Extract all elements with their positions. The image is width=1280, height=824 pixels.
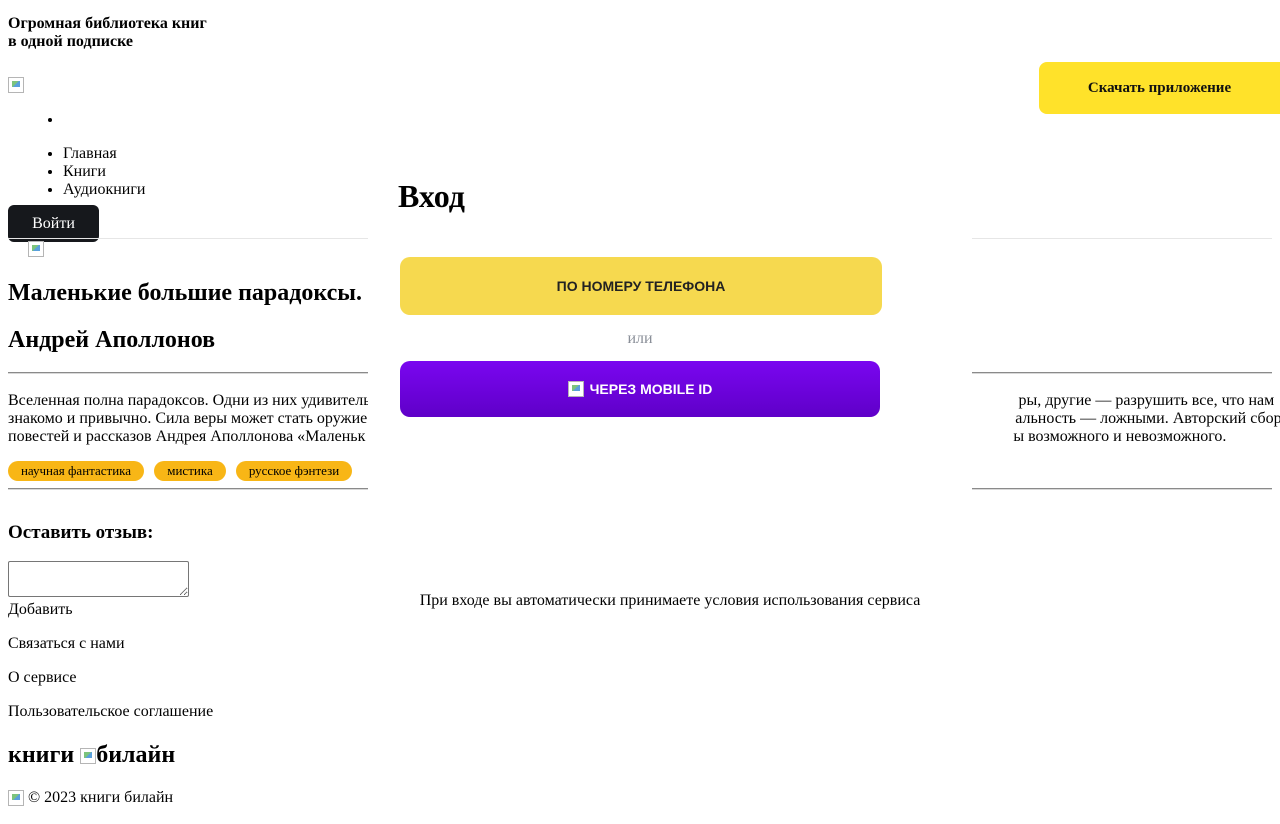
login-modal bbox=[368, 150, 972, 824]
terms-text: При входе вы автоматически принимаете ус… bbox=[419, 592, 921, 609]
login-button[interactable]: Войти bbox=[8, 205, 99, 242]
mobile-id-icon bbox=[567, 381, 584, 397]
contact-link[interactable]: Связаться с нами bbox=[8, 635, 125, 653]
tag-science-fiction[interactable]: научная фантастика bbox=[8, 461, 144, 481]
modal-title: Вход bbox=[398, 178, 465, 214]
tagline-line-2: в одной подписке bbox=[8, 33, 134, 50]
copyright: © 2023 книги билайн bbox=[8, 789, 173, 807]
mobile-id-label: ЧЕРЕЗ MOBILE ID bbox=[589, 381, 713, 397]
tagline-line-1: Огромная библиотека книг bbox=[8, 15, 207, 32]
footer-logo-icon bbox=[8, 790, 24, 807]
tag-mysticism[interactable]: мистика bbox=[154, 461, 226, 481]
review-textarea[interactable] bbox=[8, 561, 189, 597]
nav-item-books[interactable]: Книги bbox=[63, 163, 145, 181]
review-title: Оставить отзыв: bbox=[8, 522, 154, 543]
logo-image-icon[interactable] bbox=[8, 77, 24, 94]
book-title: Маленькие большие парадоксы. bbox=[8, 280, 363, 306]
brand-logo-alt: билайн bbox=[96, 742, 176, 768]
phone-login-button[interactable]: ПО НОМЕРУ ТЕЛЕФОНА bbox=[400, 257, 882, 315]
or-separator: или bbox=[627, 330, 653, 347]
mobile-id-login-button[interactable]: ЧЕРЕЗ MOBILE ID bbox=[400, 361, 880, 417]
tagline: Огромная библиотека книг в одной подписк… bbox=[8, 15, 248, 51]
agreement-link[interactable]: Пользовательское соглашение bbox=[8, 703, 213, 721]
beeline-logo-icon bbox=[80, 748, 97, 765]
empty-menu bbox=[23, 111, 67, 129]
about-link[interactable]: О сервисе bbox=[8, 669, 76, 687]
main-nav: Главная Книги Аудиокниги bbox=[23, 145, 145, 199]
empty-menu-item bbox=[63, 111, 67, 129]
download-app-button[interactable]: Скачать приложение bbox=[1039, 62, 1280, 114]
book-author[interactable]: Андрей Аполлонов bbox=[8, 326, 215, 354]
add-review-button[interactable]: Добавить bbox=[8, 601, 73, 619]
nav-item-audiobooks[interactable]: Аудиокниги bbox=[63, 181, 145, 199]
book-cover-icon bbox=[28, 241, 44, 258]
copyright-text: © 2023 книги билайн bbox=[28, 789, 174, 806]
brand-text: книги bbox=[8, 742, 75, 768]
footer-brand: книги билайн bbox=[8, 742, 175, 769]
tag-russian-fantasy[interactable]: русское фэнтези bbox=[236, 461, 352, 481]
nav-item-home[interactable]: Главная bbox=[63, 145, 145, 163]
